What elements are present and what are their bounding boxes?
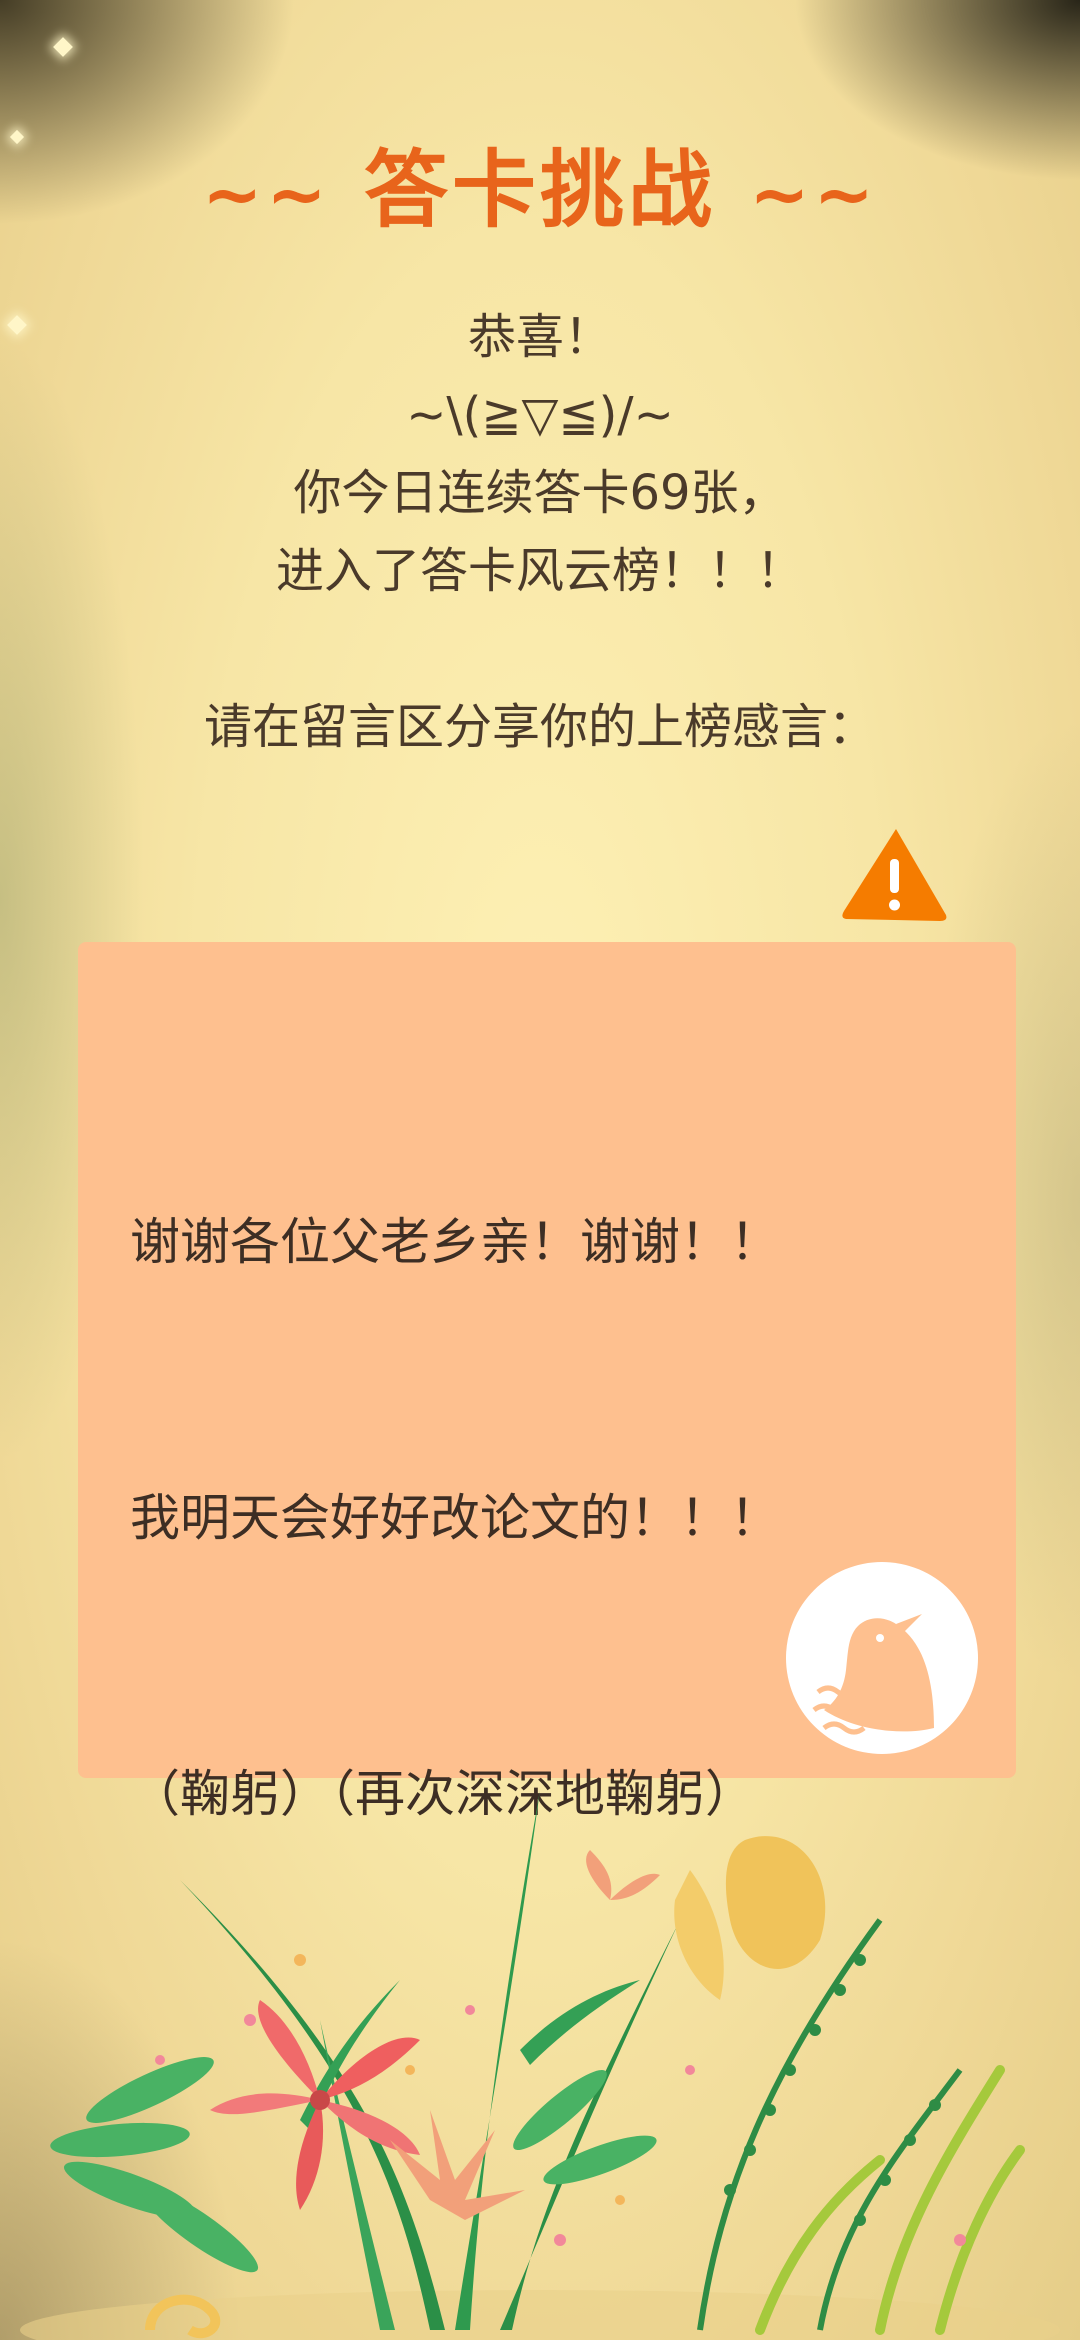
title-suffix: ~~ — [749, 152, 878, 236]
congrats-line: ~\(≧▽≦)/~ — [406, 387, 674, 443]
sparkle-decoration — [53, 37, 73, 57]
congrats-line: 你今日连续答卡69张， — [293, 465, 787, 521]
comment-line: 谢谢各位父老乡亲！谢谢！！ — [130, 1213, 780, 1271]
congrats-line: 进入了答卡风云榜！！！ — [275, 543, 804, 599]
congrats-message: 恭喜！ ~\(≧▽≦)/~ 你今日连续答卡69张， 进入了答卡风云榜！！！ — [0, 298, 1080, 610]
warning-icon[interactable] — [838, 825, 950, 923]
title-prefix: ~~ — [202, 152, 331, 236]
share-prompt: 请在留言区分享你的上榜感言： — [203, 699, 876, 755]
challenge-screen: ~~ 答卡挑战 ~~ 恭喜！ ~\(≧▽≦)/~ 你今日连续答卡69张， 进入了… — [0, 0, 1080, 2340]
flowers-illustration — [20, 1790, 1060, 2340]
title-text: 答卡挑战 — [363, 141, 716, 239]
congrats-line: 恭喜！ — [467, 309, 612, 365]
comment-line: 我明天会好好改论文的！！！ — [130, 1489, 780, 1547]
bird-avatar-icon[interactable] — [784, 1560, 980, 1756]
page-title: ~~ 答卡挑战 ~~ — [0, 135, 1080, 249]
